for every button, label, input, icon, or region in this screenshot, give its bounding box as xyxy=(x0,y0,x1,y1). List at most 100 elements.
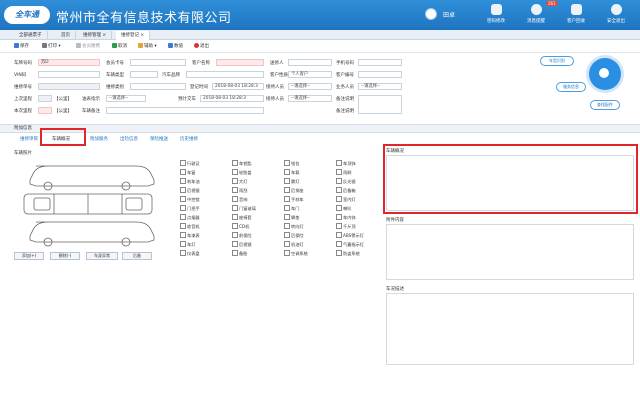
checkbox-item[interactable]: 气囊指示灯 xyxy=(336,241,364,248)
reception2-select[interactable]: --请选择-- xyxy=(288,95,332,102)
condition-textarea[interactable] xyxy=(386,293,634,365)
user-avatar[interactable] xyxy=(425,8,437,20)
checkbox-item[interactable]: 转向灯 xyxy=(284,223,304,230)
tab-home[interactable]: 首页 xyxy=(56,31,76,40)
values-button[interactable]: 数值 xyxy=(168,43,183,49)
checkbox-item[interactable]: 前保险 xyxy=(232,232,252,239)
checkbox-item[interactable]: 门把手 xyxy=(180,205,200,212)
checkbox-item[interactable]: 备胎 xyxy=(232,250,247,257)
checkbox-item[interactable]: 反光镜 xyxy=(336,178,356,185)
checkbox-item[interactable]: CD机 xyxy=(232,223,249,230)
checkbox-item[interactable]: 点烟器 xyxy=(180,214,200,221)
print-button[interactable]: 打印 ▾ xyxy=(42,43,61,49)
exit-button[interactable]: 退出 xyxy=(194,43,209,49)
subtab-history[interactable]: 历史维修 xyxy=(180,136,198,142)
checkbox-item[interactable]: 脚垫 xyxy=(284,214,299,221)
remark-textarea[interactable] xyxy=(358,95,402,114)
checkbox-item[interactable]: 钱包 xyxy=(284,160,299,167)
checkbox-item[interactable]: 雾灯 xyxy=(284,178,299,185)
fuel-select[interactable]: --请选择-- xyxy=(106,95,146,102)
checkbox-item[interactable]: 机油灯 xyxy=(284,241,304,248)
subtab-repair-items[interactable]: 维修项目 xyxy=(20,136,38,142)
attachment-textarea[interactable] xyxy=(386,224,634,280)
checkbox-item[interactable]: 雨刷 xyxy=(336,169,351,176)
customer-recycle-button[interactable]: 客户回收 xyxy=(556,4,596,28)
sales-select[interactable]: --请选择-- xyxy=(358,83,402,90)
checkbox-item[interactable]: 千斤顶 xyxy=(336,223,356,230)
checkbox-item[interactable]: 后排座 xyxy=(284,187,304,194)
body-abnormal-button[interactable]: 车身异常 xyxy=(86,252,118,260)
checkbox-item[interactable]: ABS警示灯 xyxy=(336,232,364,239)
expected-delivery-input[interactable]: 2018-08-03 18:28:3 xyxy=(200,95,264,102)
checkbox-item[interactable]: 车门 xyxy=(284,205,299,212)
checkbox-item[interactable]: 车漆表 xyxy=(180,232,200,239)
checkbox-item[interactable]: 雨刮 xyxy=(232,187,247,194)
checkbox-item[interactable]: 音响 xyxy=(232,196,247,203)
tab-repair-registration[interactable]: 维修登记 × xyxy=(116,31,151,40)
subtab-claims[interactable]: 出险信息 xyxy=(120,136,138,142)
add-photo-button[interactable]: 添加(+) xyxy=(14,252,44,260)
checkbox-item[interactable]: 空调系统 xyxy=(284,250,308,257)
checkbox-item[interactable]: 喇叭 xyxy=(336,205,351,212)
company-name: 常州市全有信息技术有限公司 xyxy=(56,11,232,26)
attachment-label: 附件内容 xyxy=(386,218,404,223)
current-mileage-input[interactable] xyxy=(38,107,52,114)
trunk-button[interactable]: 后备 xyxy=(122,252,152,260)
checkbox-item[interactable]: 防盗系统 xyxy=(336,250,360,257)
repair-no-input[interactable] xyxy=(38,83,100,90)
checkbox-item[interactable]: 轮胎盖 xyxy=(232,169,252,176)
checkbox-item[interactable]: 后视镜 xyxy=(232,241,252,248)
checkbox-item[interactable]: 手刹车 xyxy=(284,196,304,203)
delete-photo-button[interactable]: 删除(-) xyxy=(50,252,80,260)
checkbox-item[interactable]: 后保险 xyxy=(284,232,304,239)
checkbox-item[interactable]: 后备箱 xyxy=(336,187,356,194)
checkbox-item[interactable]: 刹车油 xyxy=(180,178,200,185)
assist-button[interactable]: 辅助 ▾ xyxy=(138,43,157,49)
last-mileage-input[interactable] xyxy=(38,95,52,102)
recognize-circle-icon[interactable] xyxy=(589,58,621,90)
checkbox-item[interactable]: 门窗玻璃 xyxy=(232,205,256,212)
checkbox-item[interactable]: 室内灯 xyxy=(336,196,356,203)
register-time-input[interactable]: 2018-08-03 18:28:3 xyxy=(212,83,264,90)
vehicle-type-input[interactable] xyxy=(130,71,158,78)
subtab-extra-service[interactable]: 附加服务 xyxy=(90,136,108,142)
cancel-button[interactable]: 取消 xyxy=(112,43,127,49)
subtab-insurance[interactable]: 保险推送 xyxy=(150,136,168,142)
checkbox-item[interactable]: 车钥匙 xyxy=(232,160,252,167)
member-card-input[interactable] xyxy=(130,59,186,66)
save-button[interactable]: 保存 xyxy=(14,43,29,49)
customer-name-input[interactable] xyxy=(216,59,264,66)
plate-input[interactable]: 苏D xyxy=(38,59,100,66)
vin-input[interactable] xyxy=(38,71,100,78)
condition-label: 车况描述 xyxy=(386,287,404,292)
service-info-button[interactable]: 服务信息 xyxy=(556,82,586,92)
checkbox-item[interactable]: 座椅套 xyxy=(232,214,252,221)
car-brand-input[interactable] xyxy=(186,71,264,78)
tab-repair-management[interactable]: 维修管理 × xyxy=(78,31,113,40)
customer-id-input[interactable] xyxy=(358,71,402,78)
checkbox-item[interactable]: 车内饰 xyxy=(336,214,356,221)
checkbox-item[interactable]: 车顶饰 xyxy=(336,160,356,167)
messages-button[interactable]: 消息提醒 xyxy=(516,4,556,28)
checkbox-item[interactable]: 行驶证 xyxy=(180,160,200,167)
find-parts-button[interactable]: 查找配件 xyxy=(590,100,620,110)
repair-category-select[interactable] xyxy=(130,83,186,90)
checkbox-item[interactable]: 车窗 xyxy=(180,169,195,176)
checkbox-item[interactable]: 收音机 xyxy=(180,223,200,230)
change-password-button[interactable]: 密码修改 xyxy=(476,4,516,28)
tab-all[interactable]: 全部通票子 xyxy=(14,31,48,40)
reception-select[interactable]: --请选择-- xyxy=(288,83,332,90)
phone-input[interactable] xyxy=(358,59,402,66)
checkbox-item[interactable]: 中控锁 xyxy=(180,196,200,203)
checkbox-item[interactable]: 车载 xyxy=(284,169,299,176)
logout-button[interactable]: 安全退出 xyxy=(596,4,636,28)
checkbox-item[interactable]: 大灯 xyxy=(232,178,247,185)
checkbox-item[interactable]: 车灯 xyxy=(180,241,195,248)
sender-input[interactable] xyxy=(288,59,332,66)
car-model-recognize-button[interactable]: 车型识别 xyxy=(540,56,574,66)
checkbox-item[interactable]: 后视镜 xyxy=(180,187,200,194)
vehicle-note-input[interactable] xyxy=(106,107,264,114)
checkbox-item[interactable]: 仪表盘 xyxy=(180,250,200,257)
customer-type-select[interactable]: 个人客户 xyxy=(288,71,332,78)
member-payment-button[interactable]: 会员缴费 xyxy=(76,43,100,49)
